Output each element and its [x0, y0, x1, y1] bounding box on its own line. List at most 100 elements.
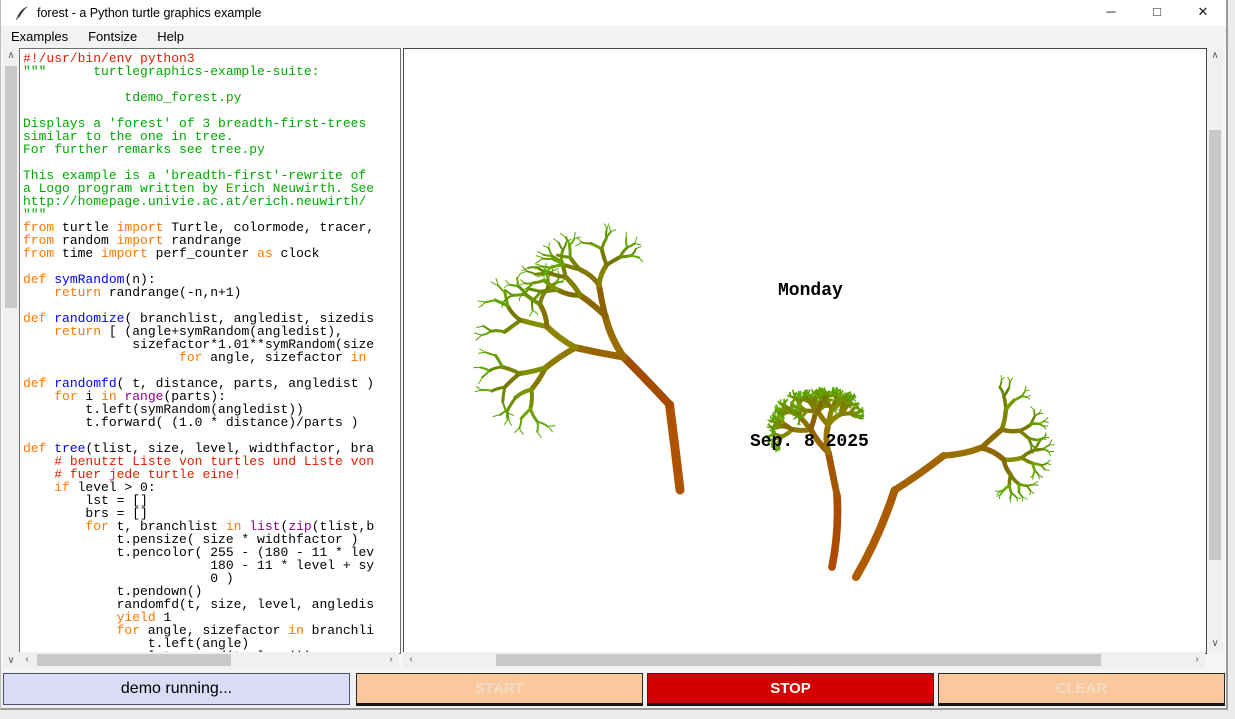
tree-branch	[1033, 471, 1035, 476]
tree-branch	[527, 271, 536, 274]
tree-branch	[997, 492, 999, 495]
tree-branch	[483, 326, 491, 331]
canvas-vertical-scrollbar[interactable]: ∧ ∨	[1207, 48, 1223, 652]
tree-branch	[477, 326, 484, 328]
tree-branch	[521, 280, 525, 283]
turtledemo-window: forest - a Python turtle graphics exampl…	[0, 0, 1228, 710]
tree-branch	[538, 252, 543, 255]
scroll-down-icon[interactable]: ∨	[1207, 636, 1223, 652]
tree-branch	[794, 418, 795, 420]
tree-branch	[546, 348, 576, 368]
stop-button[interactable]: STOP	[647, 673, 934, 706]
tree-branch	[521, 409, 530, 419]
titlebar[interactable]: forest - a Python turtle graphics exampl…	[1, 0, 1226, 26]
clear-button[interactable]: CLEAR	[938, 673, 1225, 706]
menu-help[interactable]: Help	[147, 27, 194, 47]
tree-branch	[599, 265, 607, 285]
tree-branch	[1002, 430, 1020, 432]
tree-branch	[821, 390, 822, 391]
tree-branch	[788, 395, 789, 397]
tree-branch	[1014, 396, 1021, 400]
tree-branch	[505, 374, 520, 388]
code-text: #!/usr/bin/env python3""" turtlegraphics…	[23, 52, 374, 654]
canvas-vscroll-thumb[interactable]	[1209, 130, 1221, 560]
tree-branch	[1008, 377, 1010, 381]
minimize-button[interactable]: ─	[1088, 0, 1134, 26]
start-button[interactable]: START	[356, 673, 643, 706]
tree-branch	[480, 349, 486, 353]
tree-branch	[530, 310, 533, 315]
tree-branch	[549, 248, 552, 256]
window-title: forest - a Python turtle graphics exampl…	[37, 6, 261, 20]
status-label: demo running...	[3, 673, 350, 705]
tree-branch	[504, 285, 509, 288]
scroll-up-icon[interactable]: ∧	[1207, 48, 1223, 64]
tree-branch	[631, 249, 636, 256]
scroll-up-icon[interactable]: ∧	[3, 48, 19, 64]
close-button[interactable]: ✕	[1180, 0, 1226, 26]
tree-branch	[510, 285, 518, 286]
tree-branch	[591, 243, 602, 249]
maximize-button[interactable]: □	[1134, 0, 1180, 26]
menu-examples[interactable]: Examples	[1, 27, 78, 47]
tree-branch	[862, 408, 863, 409]
code-line: from time import perf_counter as clock	[23, 247, 374, 260]
tree-branch	[476, 335, 482, 340]
code-vscroll-thumb[interactable]	[5, 66, 17, 308]
tree-branch	[1009, 475, 1010, 486]
tree-branch	[1049, 452, 1050, 456]
code-hscroll-thumb[interactable]	[37, 654, 231, 666]
tree-branch	[491, 331, 504, 332]
tree-branch	[482, 371, 490, 378]
code-line: http://homepage.univie.ac.at/erich.neuwi…	[23, 195, 374, 208]
tree-branch	[996, 491, 999, 492]
tree-branch	[610, 226, 611, 232]
tree-branch	[482, 331, 492, 335]
tree-branch	[554, 239, 559, 243]
tree-branch	[794, 404, 795, 406]
tree-branch	[1010, 493, 1012, 498]
scroll-right-icon[interactable]: ›	[383, 652, 399, 668]
tree-branch	[537, 432, 541, 438]
tree-branch	[1034, 482, 1038, 485]
canvas-horizontal-scrollbar[interactable]: ‹ ›	[403, 652, 1205, 669]
tree-branch	[521, 271, 527, 273]
menu-fontsize[interactable]: Fontsize	[78, 27, 147, 47]
tree-branch	[1044, 445, 1050, 449]
tree-branch	[1044, 449, 1050, 452]
tree-branch	[1022, 450, 1034, 457]
code-line: for angle, sizefactor in	[23, 351, 374, 364]
scroll-left-icon[interactable]: ‹	[19, 652, 35, 668]
tree-branch	[529, 289, 541, 292]
tree-branch	[503, 387, 505, 402]
tree-branch	[607, 257, 621, 265]
scroll-right-icon[interactable]: ›	[1189, 652, 1205, 668]
code-horizontal-scrollbar[interactable]: ‹ ›	[19, 652, 399, 669]
tree-branch	[535, 264, 541, 266]
scroll-left-icon[interactable]: ‹	[403, 652, 419, 668]
tree-branch	[517, 274, 520, 278]
tree-branch	[508, 398, 515, 410]
scroll-down-icon[interactable]: ∨	[3, 653, 19, 669]
tree-branch	[1009, 382, 1010, 389]
tree-branch	[1022, 396, 1027, 397]
code-vertical-scrollbar[interactable]: ∧ ∨	[3, 48, 19, 669]
tree-branch	[626, 232, 627, 238]
turtle-canvas[interactable]: MondaySep. 8 2025	[404, 49, 1204, 651]
tree-branch	[547, 426, 552, 432]
tree-branch	[498, 285, 505, 292]
tree-branch	[553, 269, 559, 271]
tree-branch	[515, 428, 520, 433]
tree-branch	[840, 390, 841, 391]
tree-branch	[519, 428, 523, 434]
tree-branch	[547, 426, 555, 427]
code-editor[interactable]: #!/usr/bin/env python3""" turtlegraphics…	[19, 48, 401, 654]
tree-branch	[828, 452, 837, 495]
tree-branch	[1039, 409, 1041, 413]
tree-branch	[577, 238, 582, 243]
tree-branch	[1034, 449, 1044, 450]
code-line: return randrange(-n,n+1)	[23, 286, 374, 299]
canvas-hscroll-thumb[interactable]	[496, 654, 1101, 666]
tree-branch	[1047, 460, 1050, 463]
tree-branch	[770, 430, 772, 431]
